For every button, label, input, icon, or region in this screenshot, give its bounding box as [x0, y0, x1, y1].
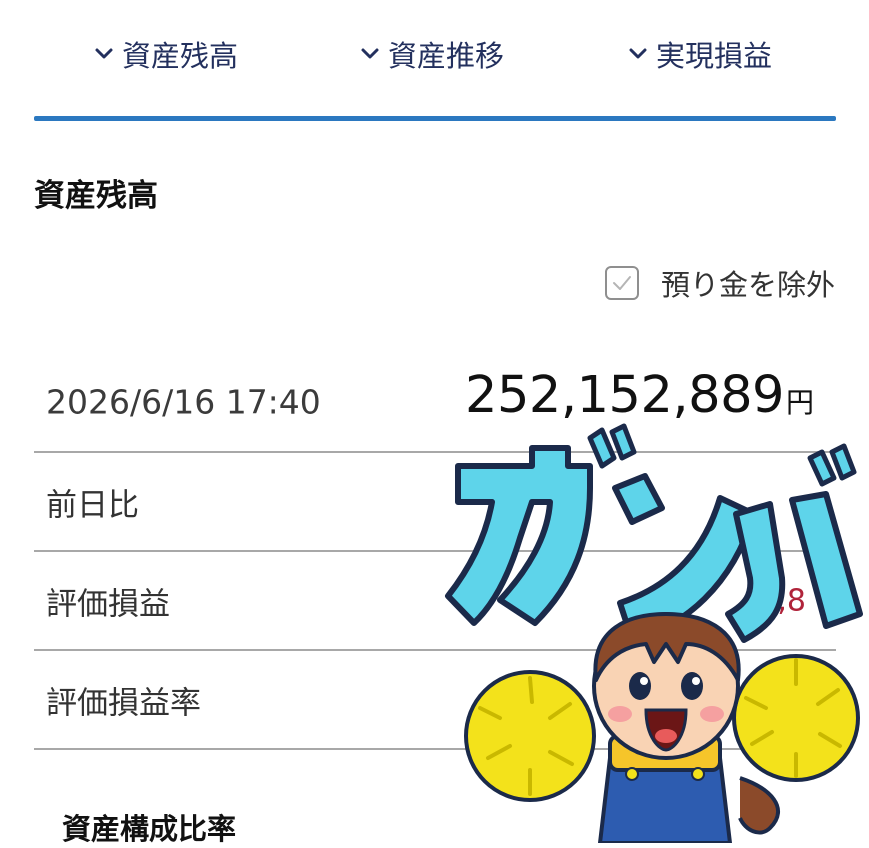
check-icon [612, 276, 631, 290]
chevron-down-icon [629, 48, 647, 59]
exclude-deposit-checkbox[interactable]: 預り金を除外 [604, 262, 835, 304]
cheer-girl-face [592, 612, 741, 760]
checkbox-box[interactable] [604, 266, 639, 300]
total-amount: 252,152,889 [465, 366, 784, 425]
tab-underline [34, 116, 836, 121]
composition-title: 資産構成比率 [62, 812, 237, 846]
tab-asset-balance[interactable]: 資産残高 [92, 34, 238, 74]
pompom-left-icon [464, 670, 596, 802]
checkbox-label: 預り金を除外 [660, 268, 835, 302]
ganbare-lettering [445, 423, 863, 643]
tab-realized-pnl[interactable]: 実現損益 [626, 34, 772, 74]
cheer-sticker [445, 423, 863, 843]
as-of-datetime: 2026/6/16 17:40 [46, 382, 321, 422]
valuation-rate-label: 評価損益率 [46, 685, 201, 721]
total-value: 252,152,889 円 [465, 366, 814, 425]
section-title: 資産残高 [34, 178, 158, 214]
prev-day-label: 前日比 [46, 487, 139, 523]
asset-tab-nav: 資産残高 資産推移 実現損益 [0, 0, 869, 110]
valuation-pnl-label: 評価損益 [46, 586, 170, 622]
tab-asset-trend[interactable]: 資産推移 [358, 34, 504, 74]
tab-label: 資産残高 [122, 39, 239, 73]
pompom-right-icon [732, 654, 860, 782]
chevron-down-icon [361, 48, 379, 59]
tab-label: 実現損益 [656, 39, 773, 73]
total-unit: 円 [785, 386, 814, 419]
chevron-down-icon [95, 48, 113, 59]
tab-label: 資産推移 [388, 39, 505, 73]
